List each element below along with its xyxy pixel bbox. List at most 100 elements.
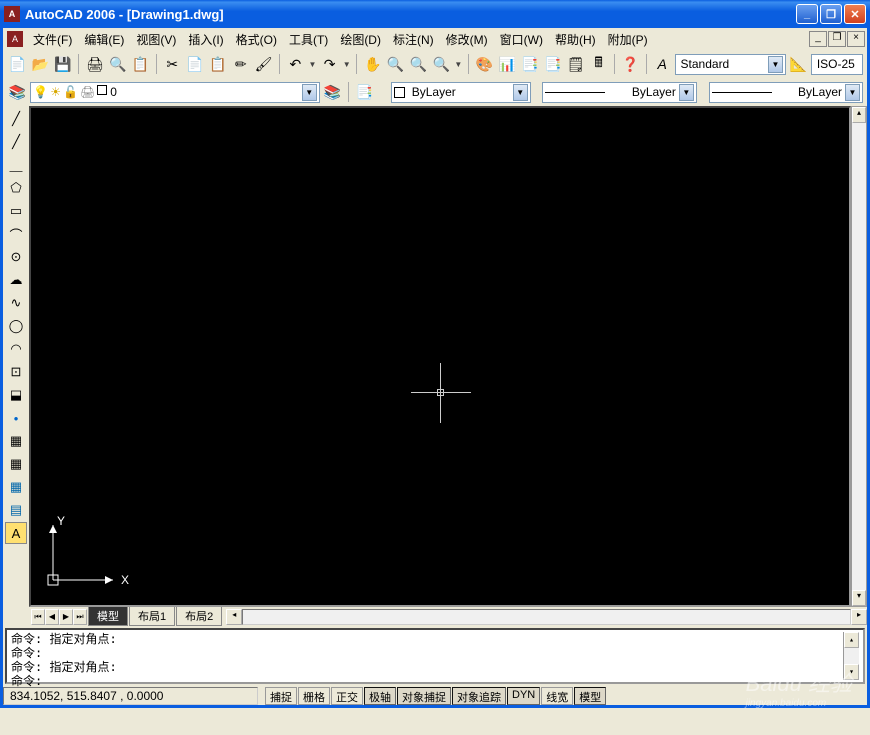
make-block-tool[interactable]: ⬓ bbox=[5, 384, 27, 406]
layer-prev-button[interactable]: 📚 bbox=[322, 81, 343, 103]
tp-button[interactable]: 📑 bbox=[520, 53, 541, 75]
horizontal-scrollbar[interactable]: ◂ ▸ bbox=[226, 609, 867, 625]
toggle-lwt[interactable]: 线宽 bbox=[541, 687, 573, 705]
toggle-model[interactable]: 模型 bbox=[574, 687, 606, 705]
help-button[interactable]: ❓ bbox=[620, 53, 641, 75]
polygon-tool[interactable]: ⬠ bbox=[5, 177, 27, 199]
toggle-snap[interactable]: 捕捉 bbox=[265, 687, 297, 705]
scroll-track[interactable] bbox=[852, 123, 866, 590]
hatch-tool[interactable]: ▦ bbox=[5, 430, 27, 452]
menu-window[interactable]: 窗口(W) bbox=[494, 29, 549, 50]
menu-view[interactable]: 视图(V) bbox=[130, 29, 182, 50]
insert-block-tool[interactable]: ⊡ bbox=[5, 361, 27, 383]
toggle-otrack[interactable]: 对象追踪 bbox=[452, 687, 506, 705]
linetype-combo[interactable]: ByLayer ▼ bbox=[542, 82, 696, 103]
text-style-combo[interactable]: Standard ▼ bbox=[675, 54, 786, 75]
open-button[interactable]: 📂 bbox=[30, 53, 51, 75]
scroll-left-button[interactable]: ◂ bbox=[226, 609, 242, 625]
drawing-canvas[interactable]: X Y bbox=[29, 106, 851, 607]
region-tool[interactable]: ▦ bbox=[5, 476, 27, 498]
menu-help[interactable]: 帮助(H) bbox=[549, 29, 602, 50]
zoom-prev-button[interactable]: 🔍 bbox=[431, 53, 452, 75]
tab-next-button[interactable]: ▶ bbox=[59, 609, 73, 625]
tab-prev-button[interactable]: ◀ bbox=[45, 609, 59, 625]
mtext-tool[interactable]: A bbox=[5, 522, 27, 544]
text-style-button[interactable]: A bbox=[652, 53, 673, 75]
tab-layout1[interactable]: 布局1 bbox=[129, 607, 175, 626]
toggle-ortho[interactable]: 正交 bbox=[331, 687, 363, 705]
table-tool[interactable]: ▤ bbox=[5, 499, 27, 521]
scroll-up-button[interactable]: ▴ bbox=[852, 107, 866, 123]
mdi-minimize-button[interactable]: _ bbox=[809, 31, 827, 47]
brush-button[interactable]: 🖌 bbox=[253, 53, 274, 75]
layer-combo[interactable]: 💡 ☀ 🔓 🖨 0 ▼ bbox=[30, 82, 319, 103]
publish-button[interactable]: 📋 bbox=[130, 53, 151, 75]
paste-button[interactable]: 📋 bbox=[208, 53, 229, 75]
arc-tool[interactable]: ⌒ bbox=[5, 223, 27, 245]
xline-tool[interactable]: ╱ bbox=[5, 131, 27, 153]
dim-style-combo[interactable]: ISO-25 bbox=[811, 54, 863, 75]
menu-draw[interactable]: 绘图(D) bbox=[334, 29, 387, 50]
match-button[interactable]: ✏ bbox=[230, 53, 251, 75]
ellipse-arc-tool[interactable]: ◠ bbox=[5, 338, 27, 360]
command-line[interactable]: 命令: 指定对角点: 命令: 命令: 指定对角点: 命令: ▴ ▾ bbox=[5, 628, 865, 684]
copy-button[interactable]: 📄 bbox=[185, 53, 206, 75]
ellipse-tool[interactable]: ◯ bbox=[5, 315, 27, 337]
status-coords[interactable]: 834.1052, 515.8407 , 0.0000 bbox=[3, 687, 258, 705]
props-button[interactable]: 🎨 bbox=[474, 53, 495, 75]
scroll-track[interactable] bbox=[242, 609, 851, 625]
preview-button[interactable]: 🔍 bbox=[107, 53, 128, 75]
menu-modify[interactable]: 修改(M) bbox=[440, 29, 494, 50]
tab-first-button[interactable]: ⏮ bbox=[31, 609, 45, 625]
tab-model[interactable]: 模型 bbox=[88, 607, 128, 626]
scroll-down-button[interactable]: ▾ bbox=[844, 664, 859, 680]
redo-button[interactable]: ↷ bbox=[319, 53, 340, 75]
toggle-grid[interactable]: 栅格 bbox=[298, 687, 330, 705]
dc-button[interactable]: 📊 bbox=[497, 53, 518, 75]
tab-layout2[interactable]: 布局2 bbox=[176, 607, 222, 626]
layer-manager-button[interactable]: 📚 bbox=[7, 81, 28, 103]
circle-tool[interactable]: ⊙ bbox=[5, 246, 27, 268]
ssm-button[interactable]: 📑 bbox=[543, 53, 564, 75]
line-tool[interactable]: ╱ bbox=[5, 108, 27, 130]
command-scrollbar[interactable]: ▴ ▾ bbox=[843, 632, 859, 680]
zoom-window-button[interactable]: 🔍 bbox=[408, 53, 429, 75]
cut-button[interactable]: ✂ bbox=[162, 53, 183, 75]
gradient-tool[interactable]: ▦ bbox=[5, 453, 27, 475]
menu-insert[interactable]: 插入(I) bbox=[182, 29, 229, 50]
toggle-polar[interactable]: 极轴 bbox=[364, 687, 396, 705]
scroll-down-button[interactable]: ▾ bbox=[852, 590, 866, 606]
lineweight-combo[interactable]: ByLayer ▼ bbox=[709, 82, 863, 103]
point-tool[interactable]: • bbox=[5, 407, 27, 429]
zoom-dropdown[interactable]: ▼ bbox=[454, 53, 463, 75]
menu-dimension[interactable]: 标注(N) bbox=[387, 29, 440, 50]
pan-button[interactable]: ✋ bbox=[362, 53, 383, 75]
zoom-realtime-button[interactable]: 🔍 bbox=[385, 53, 406, 75]
vertical-scrollbar[interactable]: ▴ ▾ bbox=[851, 106, 867, 607]
undo-button[interactable]: ↶ bbox=[285, 53, 306, 75]
menu-format[interactable]: 格式(O) bbox=[230, 29, 283, 50]
pline-tool[interactable]: ⸏ bbox=[5, 154, 27, 176]
save-button[interactable]: 💾 bbox=[53, 53, 74, 75]
maximize-button[interactable]: ❐ bbox=[820, 4, 842, 24]
menu-edit[interactable]: 编辑(E) bbox=[78, 29, 130, 50]
undo-dropdown[interactable]: ▼ bbox=[308, 53, 317, 75]
color-combo[interactable]: ByLayer ▼ bbox=[391, 82, 531, 103]
tab-last-button[interactable]: ⏭ bbox=[73, 609, 87, 625]
layer-states-button[interactable]: 📑 bbox=[354, 81, 375, 103]
menu-file[interactable]: 文件(F) bbox=[27, 29, 78, 50]
markup-button[interactable]: 🗒 bbox=[565, 53, 586, 75]
print-button[interactable]: 🖨 bbox=[84, 53, 105, 75]
menu-tools[interactable]: 工具(T) bbox=[283, 29, 334, 50]
menu-extra[interactable]: 附加(P) bbox=[602, 29, 654, 50]
scroll-up-button[interactable]: ▴ bbox=[844, 632, 859, 648]
revcloud-tool[interactable]: ☁ bbox=[5, 269, 27, 291]
command-text[interactable]: 命令: 指定对角点: 命令: 命令: 指定对角点: 命令: bbox=[11, 632, 843, 680]
minimize-button[interactable]: _ bbox=[796, 4, 818, 24]
mdi-restore-button[interactable]: ❐ bbox=[828, 31, 846, 47]
redo-dropdown[interactable]: ▼ bbox=[342, 53, 351, 75]
calc-button[interactable]: 🖩 bbox=[588, 53, 609, 75]
scroll-right-button[interactable]: ▸ bbox=[851, 609, 867, 625]
toggle-dyn[interactable]: DYN bbox=[507, 687, 540, 705]
mdi-close-button[interactable]: × bbox=[847, 31, 865, 47]
